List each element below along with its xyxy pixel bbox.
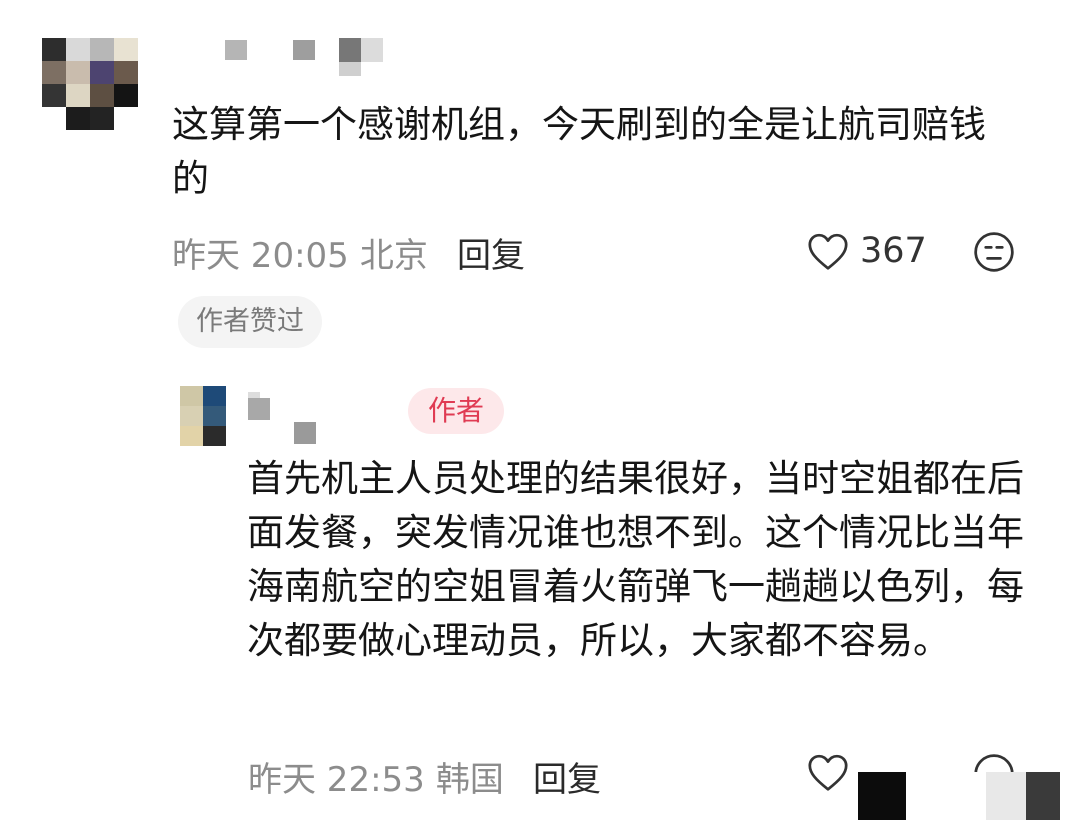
avatar-pixel [114, 84, 138, 107]
comment-time: 昨天 20:05 [172, 236, 349, 276]
avatar-pixel [203, 406, 226, 426]
avatar-pixel [90, 107, 114, 130]
reply-like-button[interactable] [806, 752, 850, 796]
avatar-pixel [203, 426, 226, 446]
comment-like-button[interactable]: 367 [806, 228, 927, 274]
comment-text: 这算第一个感谢机组，今天刷到的全是让航司赔钱的 [172, 103, 986, 200]
avatar-pixel [114, 61, 138, 84]
reply-text: 首先机主人员处理的结果很好，当时空姐都在后面发餐，突发情况谁也想不到。这个情况比… [247, 457, 1024, 662]
avatar-pixel [114, 107, 138, 130]
comment-like-count: 367 [860, 231, 927, 271]
neutral-face-icon [974, 232, 1014, 272]
avatar-pixel [66, 107, 90, 130]
comment-dislike-button[interactable] [972, 230, 1016, 278]
reply-location: 韩国 [435, 760, 504, 800]
avatar-pixel [180, 406, 203, 426]
commenter-avatar[interactable] [42, 38, 138, 130]
comment-location: 北京 [359, 236, 428, 276]
avatar-pixel [90, 61, 114, 84]
avatar-pixel [90, 38, 114, 61]
avatar-pixel [66, 84, 90, 107]
heart-icon [808, 754, 848, 791]
reply-meta: 昨天 22:53 韩国 回复 [248, 752, 601, 801]
reply-time: 昨天 22:53 [248, 760, 425, 800]
avatar-pixel [42, 107, 66, 130]
avatar-pixel [180, 426, 203, 446]
heart-icon [808, 233, 848, 270]
comment-reply-button[interactable]: 回复 [457, 236, 525, 276]
comment-meta: 昨天 20:05 北京 回复 [172, 228, 525, 277]
author-avatar[interactable] [180, 386, 226, 446]
author-tag: 作者 [408, 388, 505, 434]
avatar-pixel [90, 84, 114, 107]
author-liked-badge: 作者赞过 [178, 296, 322, 348]
avatar-pixel [66, 38, 90, 61]
avatar-pixel [42, 84, 66, 107]
avatar-pixel [66, 61, 90, 84]
avatar-pixel [42, 61, 66, 84]
avatar-pixel [42, 38, 66, 61]
avatar-pixel [114, 38, 138, 61]
avatar-pixel [203, 386, 226, 406]
reply-reply-button[interactable]: 回复 [533, 760, 601, 800]
avatar-pixel [180, 386, 203, 406]
